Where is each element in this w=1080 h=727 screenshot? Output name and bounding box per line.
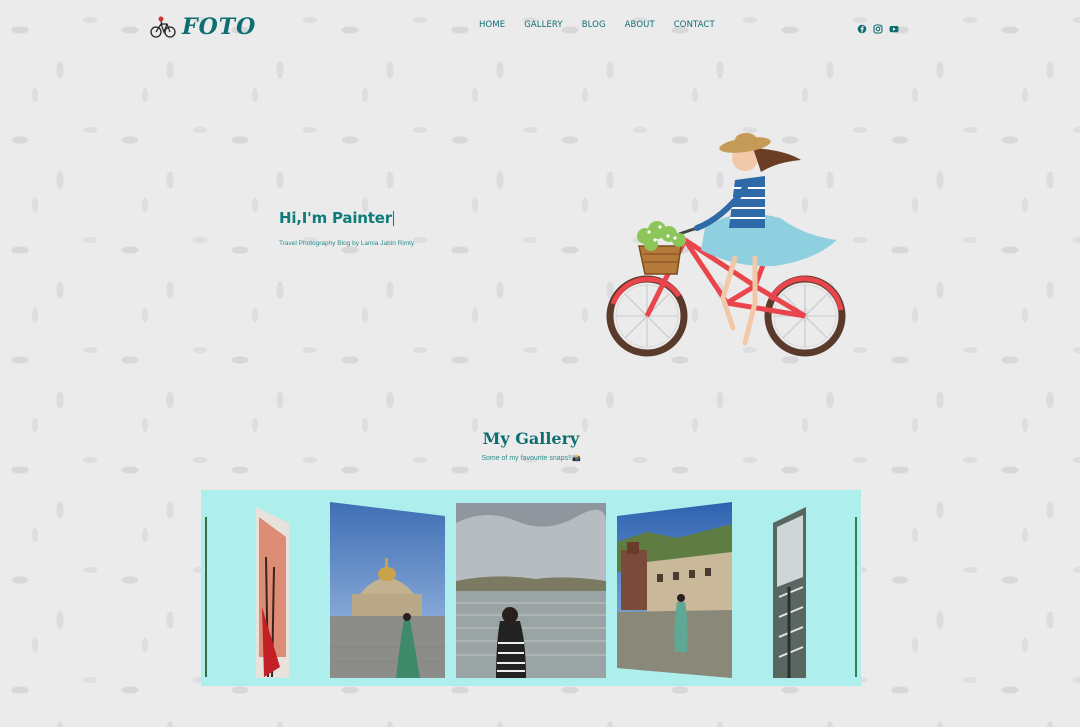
gallery-photo[interactable]: [330, 502, 445, 678]
typing-cursor: [392, 211, 395, 226]
nav-blog[interactable]: BLOG: [582, 20, 606, 30]
bridge-photo: [773, 507, 806, 678]
gallery-photo[interactable]: [456, 503, 606, 678]
youtube-icon[interactable]: [889, 21, 899, 33]
monastery-photo: [617, 502, 732, 678]
instagram-icon[interactable]: [873, 21, 883, 34]
nav-about[interactable]: ABOUT: [625, 20, 655, 30]
gallery-carousel[interactable]: [201, 490, 861, 686]
nav-gallery[interactable]: GALLERY: [524, 20, 563, 30]
autumn-tree-photo: [256, 507, 289, 678]
hero-title: Hi,I'm Painter: [279, 209, 395, 227]
cathedral-photo: [330, 502, 445, 678]
facebook-icon[interactable]: [857, 21, 867, 34]
gallery-photo[interactable]: [256, 507, 289, 678]
logo[interactable]: FOTO: [150, 14, 256, 40]
lake-photo: [456, 503, 606, 678]
gallery-title: My Gallery: [482, 429, 580, 448]
nav-contact[interactable]: CONTACT: [674, 20, 715, 30]
main-nav: HOME GALLERY BLOG ABOUT CONTACT: [479, 20, 734, 30]
gallery-photo[interactable]: [617, 502, 732, 678]
gallery-subtitle: Some of my favourite snaps!!📸: [481, 455, 581, 462]
bicycle-icon: [150, 16, 176, 38]
girl-on-bicycle-illustration: [606, 133, 846, 357]
social-links: [857, 21, 899, 34]
brand-name: FOTO: [182, 14, 257, 40]
nav-home[interactable]: HOME: [479, 20, 505, 30]
site-header: FOTO HOME GALLERY BLOG ABOUT CONTACT: [0, 0, 1080, 52]
hero-subtitle: Travel Photography Blog by Lamia Jabin R…: [279, 240, 415, 247]
gallery-photo[interactable]: [773, 507, 806, 678]
carousel-edge-left: [205, 517, 207, 677]
carousel-edge-right: [855, 517, 857, 677]
